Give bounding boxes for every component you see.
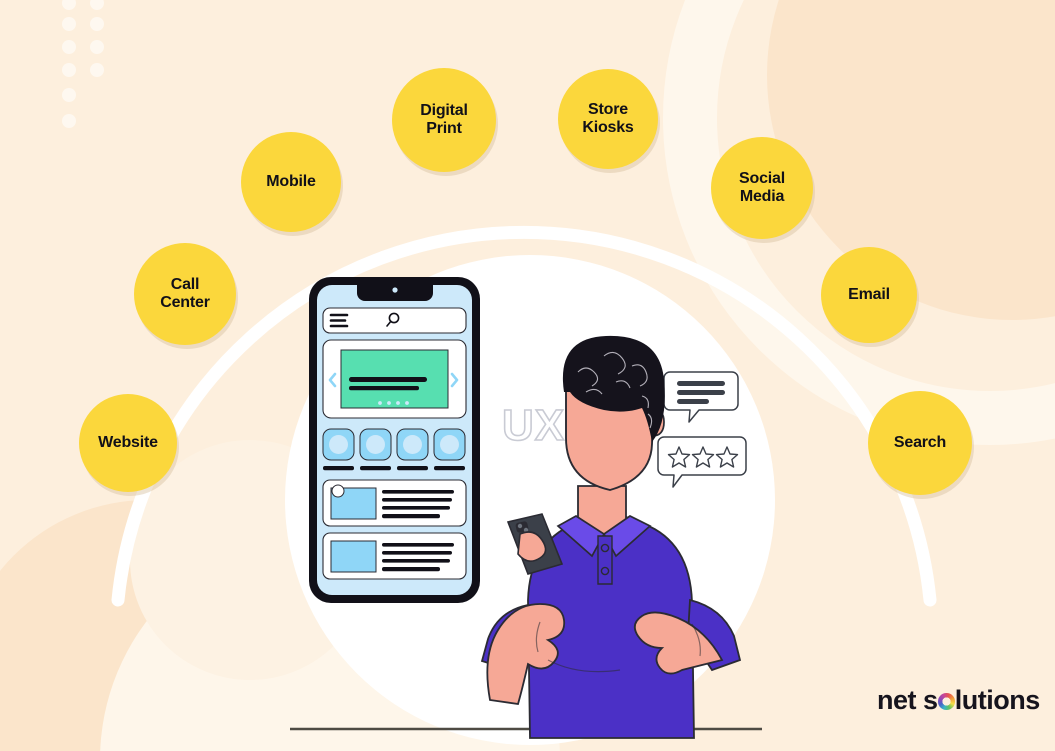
logo-text-after: lutions xyxy=(954,685,1041,715)
logo-rainbow-o-icon xyxy=(937,692,955,710)
logo-layer: net s lutions xyxy=(0,0,1055,751)
net-solutions-logo[interactable]: net s lutions xyxy=(877,685,1040,716)
logo-text-before: net s xyxy=(877,685,938,715)
infographic-canvas: UX Website Call Center Mobile Digital Pr… xyxy=(0,0,1055,751)
